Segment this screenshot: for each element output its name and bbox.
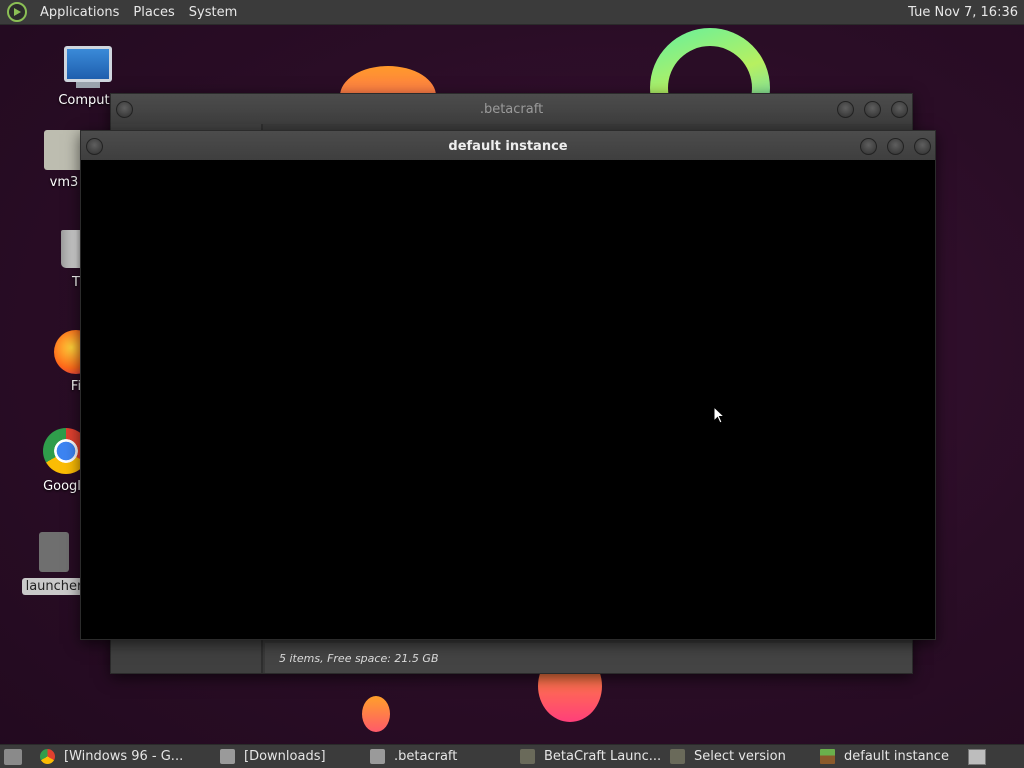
drive-icon xyxy=(44,130,84,170)
window-menu-button[interactable] xyxy=(86,138,103,155)
grass-block-icon xyxy=(820,749,835,764)
folder-icon xyxy=(220,749,235,764)
taskbar-item-label: [Windows 96 - G... xyxy=(64,749,184,764)
taskbar-item-downloads[interactable]: [Downloads] xyxy=(212,745,362,768)
bottom-panel: [Windows 96 - G... [Downloads] .betacraf… xyxy=(0,744,1024,768)
system-menu[interactable]: System xyxy=(182,5,244,20)
minimize-button[interactable] xyxy=(860,138,877,155)
window-menu-button[interactable] xyxy=(116,101,133,118)
game-canvas[interactable] xyxy=(81,160,935,639)
taskbar-item-windows96[interactable]: [Windows 96 - G... xyxy=(32,745,212,768)
window-title: .betacraft xyxy=(479,101,544,117)
computer-icon xyxy=(64,46,112,82)
folder-icon xyxy=(370,749,385,764)
taskbar-item-label: [Downloads] xyxy=(244,749,326,764)
file-icon xyxy=(39,532,69,572)
top-panel: Applications Places System Tue Nov 7, 16… xyxy=(0,0,1024,25)
mouse-cursor-icon xyxy=(713,406,725,424)
computer-stand xyxy=(76,82,100,88)
taskbar-item-label: .betacraft xyxy=(394,749,458,764)
show-desktop-icon[interactable] xyxy=(4,748,22,765)
taskbar-item-label: Select version xyxy=(694,749,786,764)
desktop-icon-label: vm3 xyxy=(49,175,79,190)
window-title: default instance xyxy=(448,138,568,154)
taskbar-item-betacraft-folder[interactable]: .betacraft xyxy=(362,745,512,768)
default-instance-window[interactable]: default instance xyxy=(80,130,936,640)
taskbar-item-label: default instance xyxy=(844,749,949,764)
chrome-icon xyxy=(40,749,55,764)
status-bar: 5 items, Free space: 21.5 GB xyxy=(265,643,912,673)
workspace-switcher[interactable] xyxy=(968,748,986,765)
window-titlebar[interactable]: default instance xyxy=(81,131,935,161)
taskbar-item-betacraft-launcher[interactable]: BetaCraft Launc... xyxy=(512,745,662,768)
applications-menu[interactable]: Applications xyxy=(33,5,126,20)
window-titlebar[interactable]: .betacraft xyxy=(111,94,912,124)
java-icon xyxy=(520,749,535,764)
taskbar-item-default-instance[interactable]: default instance xyxy=(812,745,954,768)
places-menu[interactable]: Places xyxy=(126,5,181,20)
java-icon xyxy=(670,749,685,764)
clock[interactable]: Tue Nov 7, 16:36 xyxy=(908,5,1018,20)
minimize-button[interactable] xyxy=(837,101,854,118)
maximize-button[interactable] xyxy=(887,138,904,155)
close-button[interactable] xyxy=(914,138,931,155)
maximize-button[interactable] xyxy=(864,101,881,118)
desktop-icon-label: launcher xyxy=(21,578,87,595)
close-button[interactable] xyxy=(891,101,908,118)
mint-menu-icon[interactable] xyxy=(7,2,27,22)
taskbar-item-label: BetaCraft Launc... xyxy=(544,749,662,764)
wallpaper-blob xyxy=(362,696,390,732)
taskbar-item-select-version[interactable]: Select version xyxy=(662,745,812,768)
